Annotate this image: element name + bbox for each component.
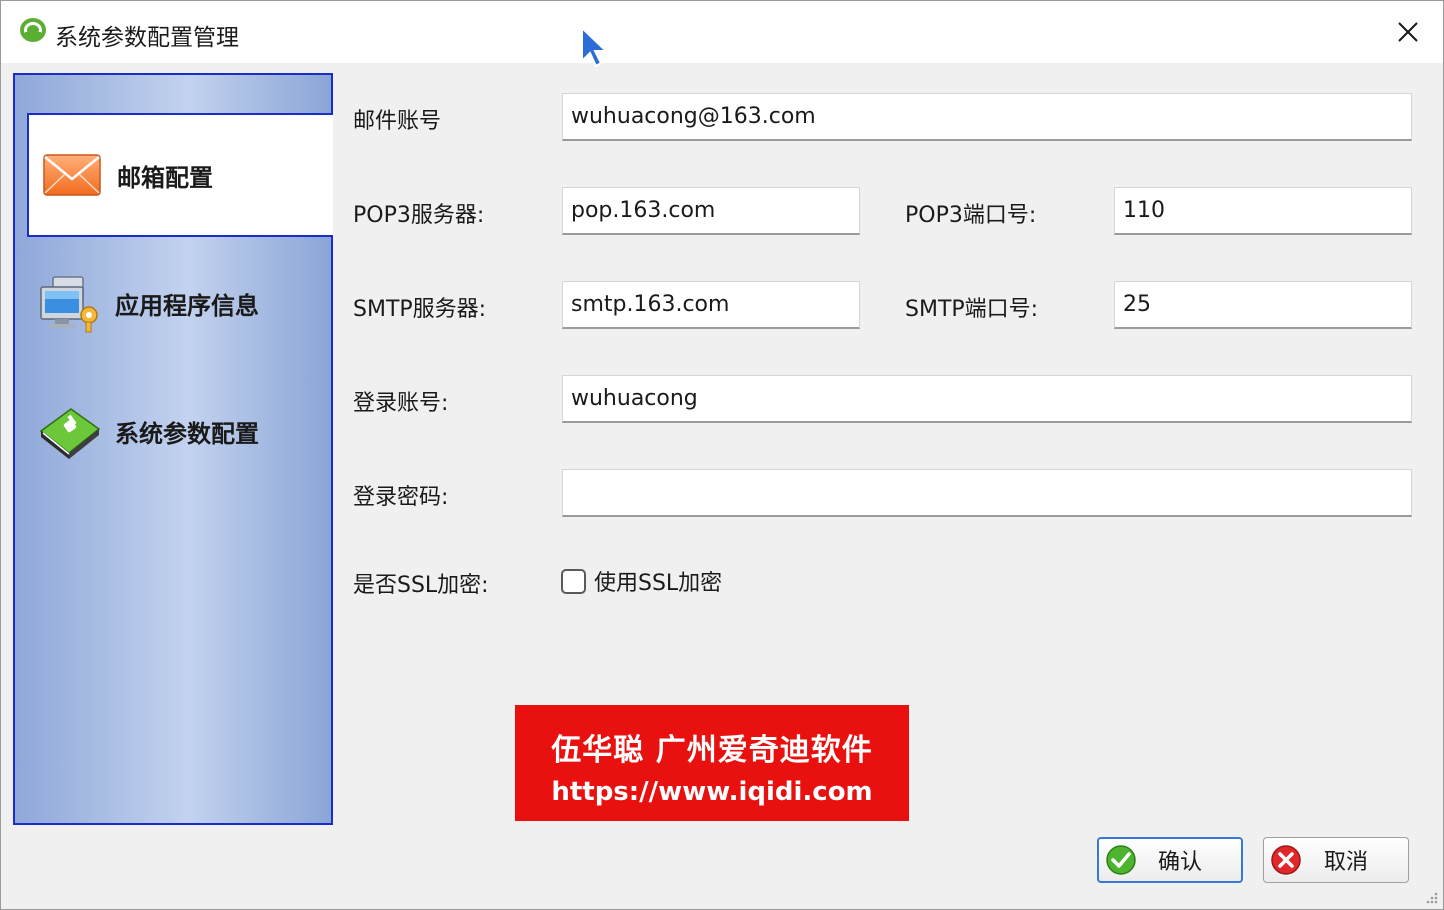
cancel-button-label: 取消: [1323, 850, 1368, 875]
confirm-button-label: 确认: [1157, 850, 1202, 875]
watermark-author: 伍华聪 广州爱奇迪软件: [551, 733, 873, 768]
sidebar-item-label: 应用程序信息: [115, 291, 259, 320]
computer-key-icon: [40, 276, 98, 333]
author-watermark: 伍华聪 广州爱奇迪软件 https://www.iqidi.com: [515, 705, 909, 821]
app-icon: [20, 18, 46, 42]
pop3-server-input[interactable]: pop.163.com: [562, 187, 860, 235]
mouse-cursor-icon: [581, 25, 609, 68]
sidebar-item-mail-config[interactable]: 邮箱配置: [27, 113, 333, 237]
window-title: 系统参数配置管理: [55, 25, 239, 51]
green-book-icon: [39, 408, 101, 459]
cancel-circle-icon: [1271, 845, 1301, 875]
email-account-input[interactable]: wuhuacong@163.com: [562, 93, 1412, 141]
sidebar-nav: 邮箱配置 应用程序信息 系统参数配置: [13, 73, 333, 825]
close-icon: [1398, 22, 1418, 42]
smtp-port-input[interactable]: 25: [1114, 281, 1412, 329]
close-button[interactable]: [1373, 1, 1443, 63]
smtp-server-label: SMTP服务器:: [353, 297, 487, 322]
confirm-button[interactable]: 确认: [1097, 837, 1243, 883]
pop3-server-label: POP3服务器:: [353, 203, 485, 228]
mail-envelope-icon: [43, 154, 101, 196]
login-password-label: 登录密码:: [353, 485, 449, 510]
title-bar[interactable]: 系统参数配置管理: [1, 1, 1443, 63]
login-account-input[interactable]: wuhuacong: [562, 375, 1412, 423]
pop3-port-input[interactable]: 110: [1114, 187, 1412, 235]
sidebar-item-label: 邮箱配置: [117, 163, 213, 192]
ssl-checkbox-label[interactable]: 使用SSL加密: [594, 565, 722, 597]
config-dialog: 系统参数配置管理 邮箱配置 应用程序信息 系统参数配置 邮件账号 wuhuaco…: [0, 0, 1444, 910]
resize-grip-icon[interactable]: [1423, 889, 1439, 905]
ssl-label: 是否SSL加密:: [353, 573, 489, 598]
sidebar-item-system-params[interactable]: 系统参数配置: [27, 369, 333, 493]
ssl-checkbox-row[interactable]: 使用SSL加密: [561, 565, 722, 597]
smtp-server-input[interactable]: smtp.163.com: [562, 281, 860, 329]
ssl-checkbox[interactable]: [561, 568, 586, 594]
cancel-button[interactable]: 取消: [1263, 837, 1409, 883]
sidebar-item-label: 系统参数配置: [115, 419, 259, 448]
watermark-url: https://www.iqidi.com: [551, 777, 873, 807]
login-password-input[interactable]: [562, 469, 1412, 517]
smtp-port-label: SMTP端口号:: [905, 297, 1039, 322]
pop3-port-label: POP3端口号:: [905, 203, 1037, 228]
check-circle-icon: [1106, 845, 1136, 875]
email-account-label: 邮件账号: [353, 109, 442, 134]
sidebar-item-app-info[interactable]: 应用程序信息: [27, 241, 333, 365]
login-account-label: 登录账号:: [353, 391, 449, 416]
